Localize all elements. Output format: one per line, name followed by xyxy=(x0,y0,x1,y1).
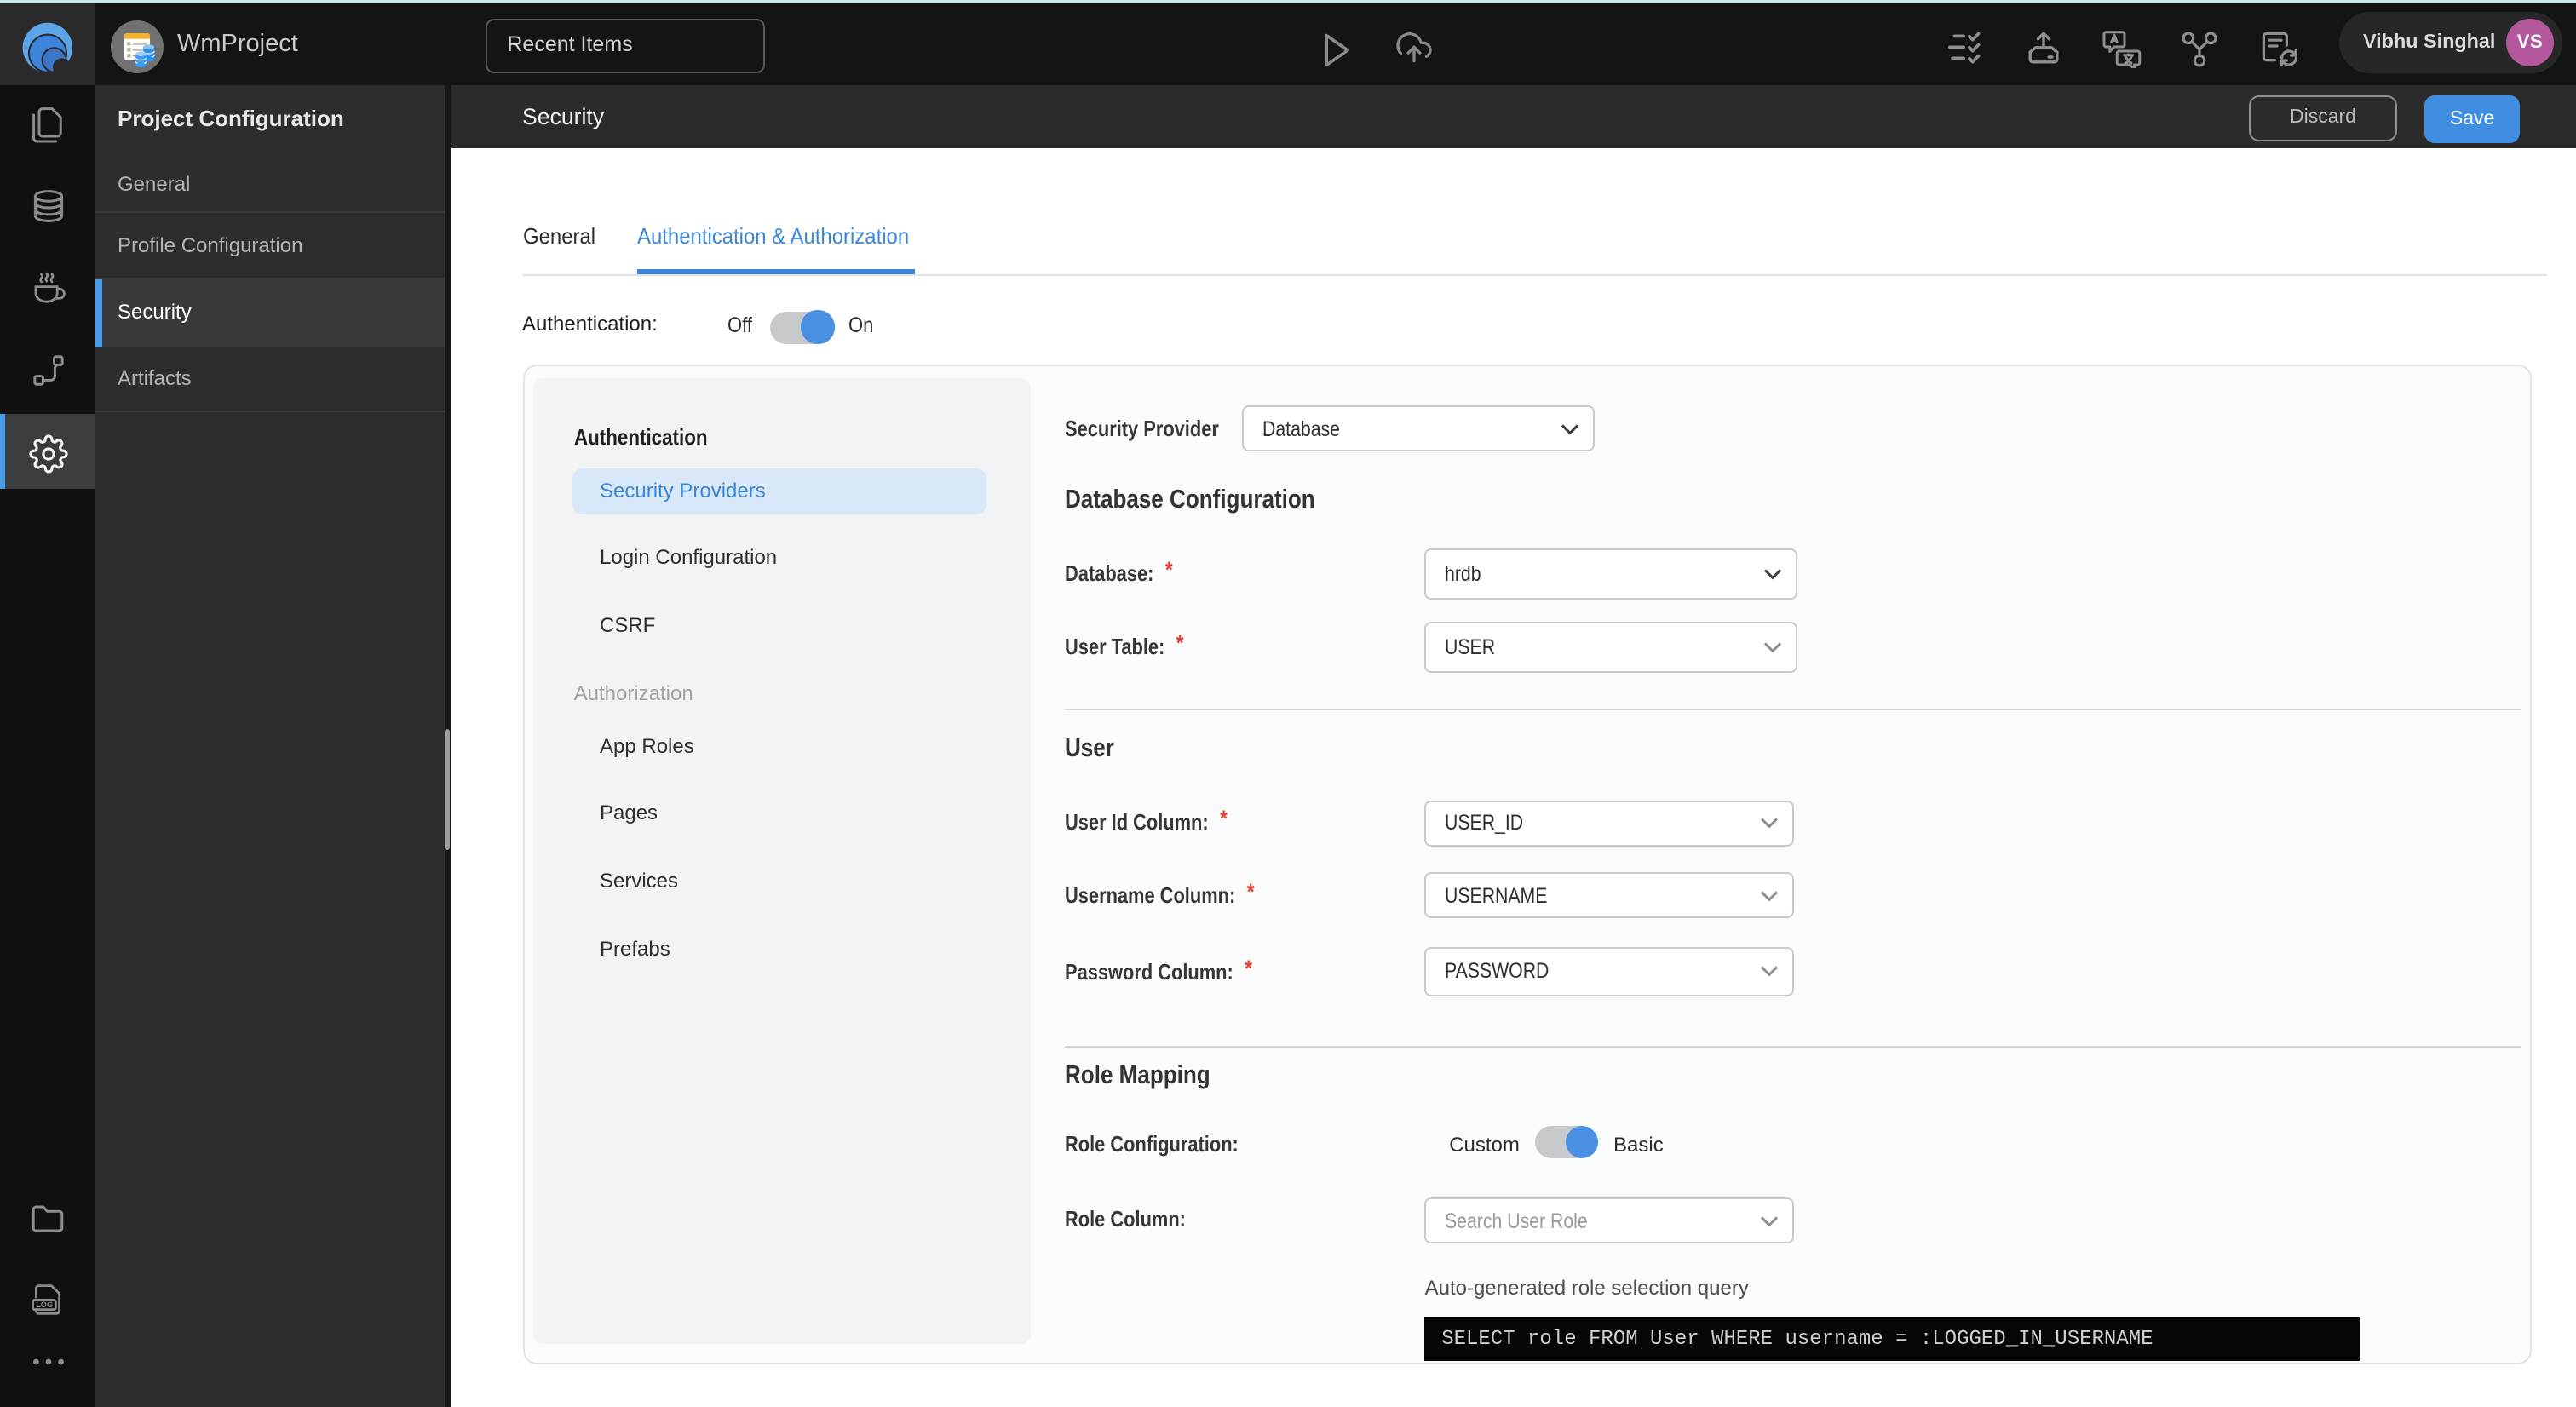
svg-text:LOG: LOG xyxy=(36,1301,53,1309)
